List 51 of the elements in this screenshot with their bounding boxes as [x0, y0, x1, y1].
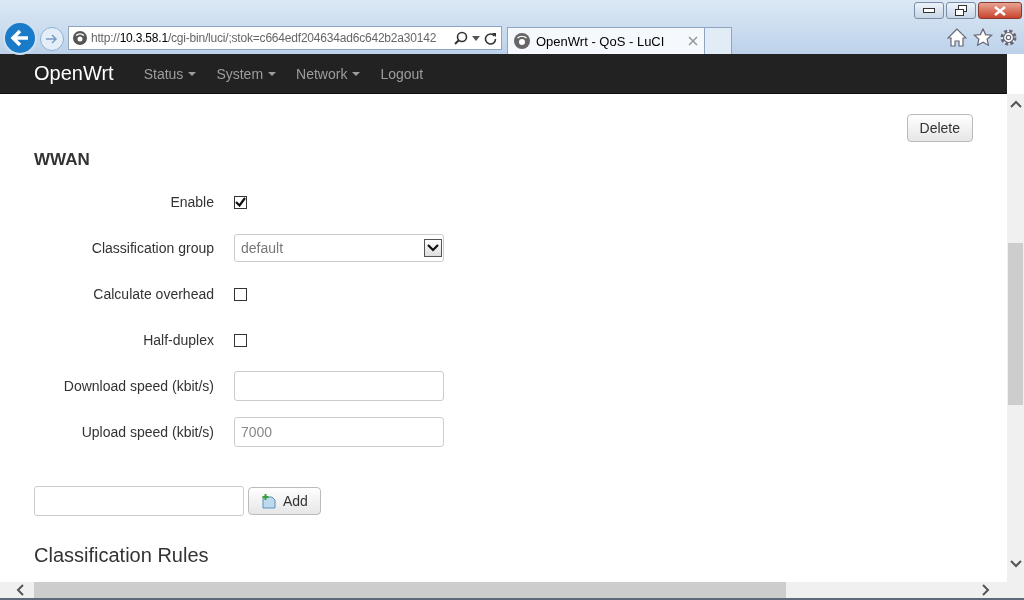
input-field[interactable]: [34, 486, 244, 516]
close-icon[interactable]: [688, 36, 698, 46]
section-title: Classification Rules: [34, 544, 210, 567]
checkbox[interactable]: [234, 195, 247, 209]
scroll-right-icon[interactable]: [982, 584, 990, 596]
scrollbar-thumb[interactable]: [1008, 243, 1023, 405]
star-icon[interactable]: [973, 27, 993, 47]
chevron-down-icon: [427, 244, 439, 252]
nav-menu-item[interactable]: Network: [296, 65, 361, 82]
field-label: Classification group: [91, 240, 214, 256]
field-label: Half-duplex: [143, 332, 214, 348]
scroll-down-icon[interactable]: [1009, 560, 1022, 568]
section-title: WWAN: [34, 150, 91, 170]
input-field[interactable]: [234, 371, 444, 401]
field-label: Upload speed (kbit/s): [81, 424, 214, 440]
scroll-up-icon[interactable]: [1009, 100, 1022, 108]
nav-menu-item[interactable]: Status: [143, 65, 197, 82]
delete-button[interactable]: Delete: [906, 114, 973, 142]
select-dropdown[interactable]: default: [234, 234, 444, 262]
close-button[interactable]: [978, 2, 1022, 19]
add-document-icon: [261, 493, 277, 509]
restore-icon: [955, 5, 967, 16]
scroll-left-icon[interactable]: [16, 584, 24, 596]
nav-menu-item[interactable]: System: [216, 65, 277, 82]
field-label: Enable: [170, 194, 214, 210]
brand-link[interactable]: OpenWrt: [34, 62, 114, 85]
settings-icon[interactable]: [999, 27, 1018, 47]
arrow-left-icon: [10, 29, 30, 47]
minimize-button[interactable]: [914, 2, 944, 19]
search-icon[interactable]: [454, 31, 468, 45]
field-label: Download speed (kbit/s): [63, 378, 214, 394]
site-icon: [73, 31, 87, 45]
scrollbar-thumb[interactable]: [34, 582, 786, 598]
checkbox[interactable]: [234, 287, 247, 301]
url-text: http://10.3.58.1/cgi-bin/luci/;stok=c664edf204634ad6c642b2a30142: [91, 31, 438, 45]
input-field[interactable]: 7000: [234, 417, 444, 447]
close-icon: [994, 5, 1006, 16]
nav-menu-item[interactable]: Logout: [380, 65, 424, 82]
home-icon[interactable]: [947, 27, 967, 47]
arrow-right-icon: [45, 33, 59, 45]
browser-tab[interactable]: OpenWrt - QoS - LuCI: [507, 27, 705, 54]
address-bar[interactable]: http://10.3.58.1/cgi-bin/luci/;stok=c664edf204634ad6c642b2a30142: [68, 26, 502, 50]
site-icon: [514, 33, 530, 49]
checkbox[interactable]: [234, 333, 247, 347]
restore-button[interactable]: [946, 2, 976, 19]
field-label: Calculate overhead: [93, 286, 214, 302]
back-button[interactable]: [3, 21, 37, 55]
minimize-icon: [923, 7, 935, 14]
add-button[interactable]: Add: [248, 487, 321, 515]
caret-icon[interactable]: [472, 35, 480, 41]
refresh-icon[interactable]: [484, 31, 497, 45]
